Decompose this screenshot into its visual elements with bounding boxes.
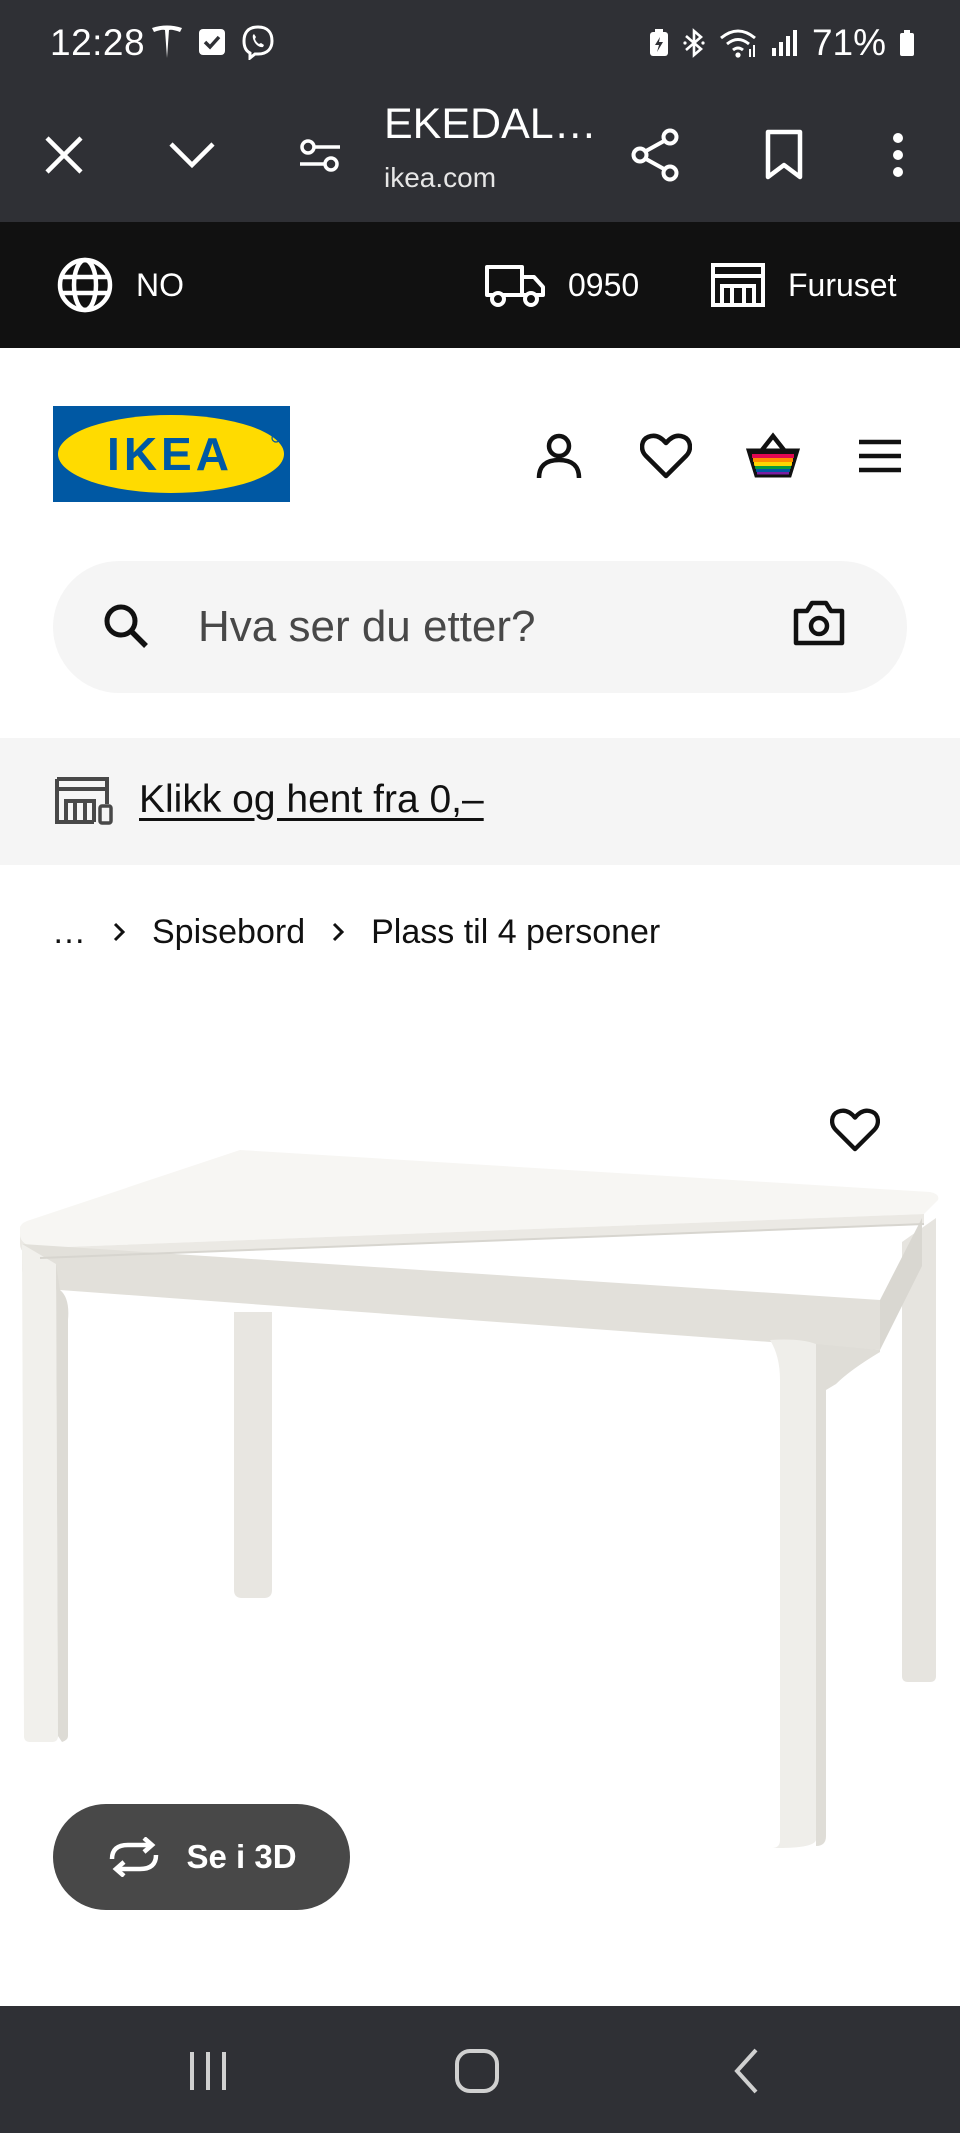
search-input[interactable] (198, 589, 758, 665)
menu-icon (857, 438, 903, 474)
breadcrumb-item-current[interactable]: Plass til 4 personer (371, 913, 660, 952)
more-vert-icon (891, 132, 905, 178)
basket-button[interactable] (741, 424, 805, 488)
delivery-postcode[interactable]: 0950 (484, 222, 639, 348)
postcode-label: 0950 (568, 266, 640, 303)
share-icon (630, 128, 682, 182)
more-options-button[interactable] (863, 120, 933, 190)
tesla-icon (150, 24, 184, 60)
globe-icon (56, 256, 114, 314)
view-in-3d-button[interactable]: Se i 3D (53, 1804, 350, 1910)
page-title[interactable]: EKEDAL… (384, 100, 597, 149)
status-bar: 12:28 71% (0, 0, 960, 88)
click-and-collect-link[interactable]: Klikk og hent fra 0,– (139, 778, 484, 822)
heart-icon (640, 433, 692, 479)
bookmark-button[interactable] (749, 120, 819, 190)
system-navigation-bar (0, 2006, 960, 2133)
breadcrumb: … Spisebord Plass til 4 personer (52, 910, 660, 954)
search-icon[interactable] (103, 603, 149, 649)
back-button[interactable] (706, 2036, 786, 2106)
search-bar[interactable] (53, 561, 907, 693)
ikea-logo[interactable]: IKEA (53, 406, 290, 502)
profile-icon (535, 432, 583, 480)
home-icon (454, 2048, 500, 2094)
status-system-icons: 71% (648, 22, 916, 64)
viber-icon (240, 24, 276, 60)
share-button[interactable] (621, 120, 691, 190)
heart-icon (830, 1108, 880, 1152)
status-notification-icons (150, 24, 276, 60)
battery-icon (898, 28, 916, 58)
recent-apps-icon (186, 2050, 230, 2092)
page-url[interactable]: ikea.com (384, 162, 496, 194)
chevron-right-icon (112, 921, 126, 943)
breadcrumb-item-spisebord[interactable]: Spisebord (152, 913, 305, 952)
bookmark-icon (764, 129, 804, 181)
home-button[interactable] (437, 2036, 517, 2106)
basket-icon (745, 432, 801, 480)
wifi-icon (718, 27, 758, 59)
language-selector[interactable]: NO (56, 222, 184, 348)
battery-percentage: 71% (811, 22, 886, 63)
close-icon (43, 134, 85, 176)
recent-apps-button[interactable] (168, 2036, 248, 2106)
store-icon (710, 262, 766, 308)
camera-icon[interactable] (793, 599, 845, 647)
site-settings-icon (298, 135, 342, 175)
battery-saver-icon (648, 28, 670, 58)
truck-icon (484, 261, 546, 309)
bluetooth-icon (682, 27, 706, 59)
status-time: 12:28 (50, 22, 146, 63)
close-tab-button[interactable] (29, 120, 99, 190)
store-label: Furuset (788, 266, 897, 303)
back-icon (732, 2047, 760, 2095)
profile-button[interactable] (527, 424, 591, 488)
click-and-collect-banner: Klikk og hent fra 0,– (0, 738, 960, 865)
signal-icon (770, 28, 800, 58)
add-to-favourites-button[interactable] (820, 1095, 890, 1165)
breadcrumb-ellipsis[interactable]: … (52, 913, 86, 952)
store-selector[interactable]: Furuset (710, 222, 896, 348)
chevron-right-icon (331, 921, 345, 943)
logo-text: IKEA (107, 428, 233, 480)
language-label: NO (136, 266, 184, 303)
product-image[interactable] (0, 1040, 960, 1920)
view-in-3d-label: Se i 3D (186, 1838, 297, 1875)
top-strip: NO 0950 Furuset (0, 222, 960, 348)
chevron-down-icon (168, 140, 216, 170)
rotate-3d-icon (106, 1837, 162, 1877)
browser-toolbar: EKEDAL… ikea.com (0, 88, 960, 222)
store-pickup-icon (54, 776, 114, 826)
favourites-button[interactable] (634, 424, 698, 488)
menu-button[interactable] (848, 424, 912, 488)
minimize-tab-button[interactable] (157, 120, 227, 190)
site-settings-button[interactable] (285, 120, 355, 190)
checkbox-notification-icon (198, 28, 226, 56)
